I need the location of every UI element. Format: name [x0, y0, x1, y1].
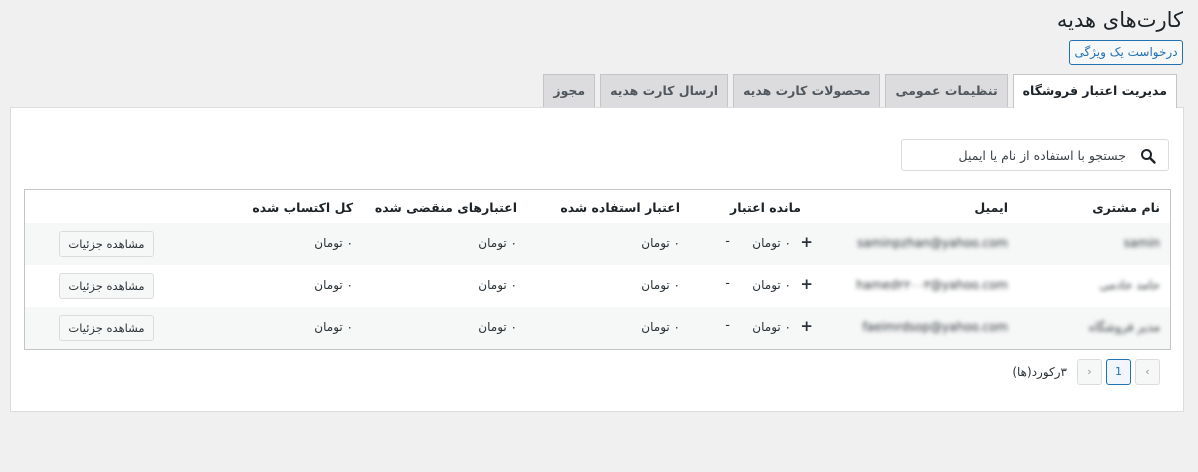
expired-value: ۰ تومان — [478, 278, 517, 292]
pagination-prev-button[interactable]: ‹ — [1135, 359, 1160, 385]
pagination-page-1[interactable]: 1 — [1106, 359, 1131, 385]
tab-send-gift-card[interactable]: ارسال کارت هدیه — [600, 74, 729, 107]
column-header-earned: کل اکتساب شده — [252, 200, 353, 215]
table-row: حامد خادمی hamed۲۲۰۰۳@yahoo.com + ۰ توما… — [25, 265, 1170, 307]
column-header-name: نام مشتری — [1092, 200, 1160, 215]
expired-value: ۰ تومان — [478, 320, 517, 334]
search-input[interactable] — [911, 140, 1126, 170]
main-panel: نام مشتری ایمیل مانده اعتبار اعتبار استف… — [10, 107, 1184, 412]
column-header-balance: مانده اعتبار — [730, 200, 801, 215]
feature-request-button[interactable]: درخواست یک ویژگی — [1069, 40, 1183, 65]
pagination: ‹ 1 › ۳رکورد(ها) — [1012, 358, 1160, 386]
view-details-button[interactable]: مشاهده جزئیات — [59, 315, 154, 341]
column-header-used: اعتبار استفاده شده — [560, 200, 680, 215]
tab-gift-card-products[interactable]: محصولات کارت هدیه — [733, 74, 881, 107]
table-row: مدیر فروشگاه faeimrdsop@yahoo.com + ۰ تو… — [25, 307, 1170, 349]
earned-value: ۰ تومان — [314, 278, 353, 292]
tab-bar: مدیریت اعتبار فروشگاه تنظیمات عمومی محصو… — [543, 74, 1177, 108]
customer-email: faeimrdsop@yahoo.com — [862, 320, 1008, 334]
balance-value: ۰ تومان — [752, 320, 791, 334]
view-details-button[interactable]: مشاهده جزئیات — [59, 231, 154, 257]
earned-value: ۰ تومان — [314, 320, 353, 334]
deduct-credit-button[interactable]: - — [725, 234, 730, 249]
add-credit-button[interactable]: + — [800, 233, 813, 251]
add-credit-button[interactable]: + — [800, 317, 813, 335]
used-value: ۰ تومان — [641, 236, 680, 250]
tab-store-credit-management[interactable]: مدیریت اعتبار فروشگاه — [1012, 74, 1177, 108]
used-value: ۰ تومان — [641, 278, 680, 292]
balance-value: ۰ تومان — [752, 278, 791, 292]
page-title: کارت‌های هدیه — [1056, 8, 1183, 32]
customer-name: مدیر فروشگاه — [1088, 320, 1160, 334]
column-header-email: ایمیل — [974, 200, 1008, 215]
tab-general-settings[interactable]: تنظیمات عمومی — [885, 74, 1008, 107]
customer-email: hamed۲۲۰۰۳@yahoo.com — [856, 278, 1008, 292]
deduct-credit-button[interactable]: - — [725, 318, 730, 333]
search-box — [901, 139, 1169, 171]
expired-value: ۰ تومان — [478, 236, 517, 250]
deduct-credit-button[interactable]: - — [725, 276, 730, 291]
customer-email: saminpzhan@yahoo.com — [857, 236, 1008, 250]
search-icon[interactable] — [1140, 148, 1156, 164]
customer-name: samin — [1123, 236, 1160, 250]
pagination-next-button[interactable]: › — [1077, 359, 1102, 385]
earned-value: ۰ تومان — [314, 236, 353, 250]
view-details-button[interactable]: مشاهده جزئیات — [59, 273, 154, 299]
record-count: ۳رکورد(ها) — [1012, 365, 1067, 379]
customer-name: حامد خادمی — [1099, 278, 1160, 292]
column-header-expired: اعتبارهای منقضی شده — [374, 200, 517, 215]
tab-license[interactable]: مجوز — [543, 74, 596, 107]
balance-value: ۰ تومان — [752, 236, 791, 250]
table-row: samin saminpzhan@yahoo.com + ۰ تومان - ۰… — [25, 223, 1170, 265]
add-credit-button[interactable]: + — [800, 275, 813, 293]
used-value: ۰ تومان — [641, 320, 680, 334]
credit-table: نام مشتری ایمیل مانده اعتبار اعتبار استف… — [24, 189, 1171, 350]
